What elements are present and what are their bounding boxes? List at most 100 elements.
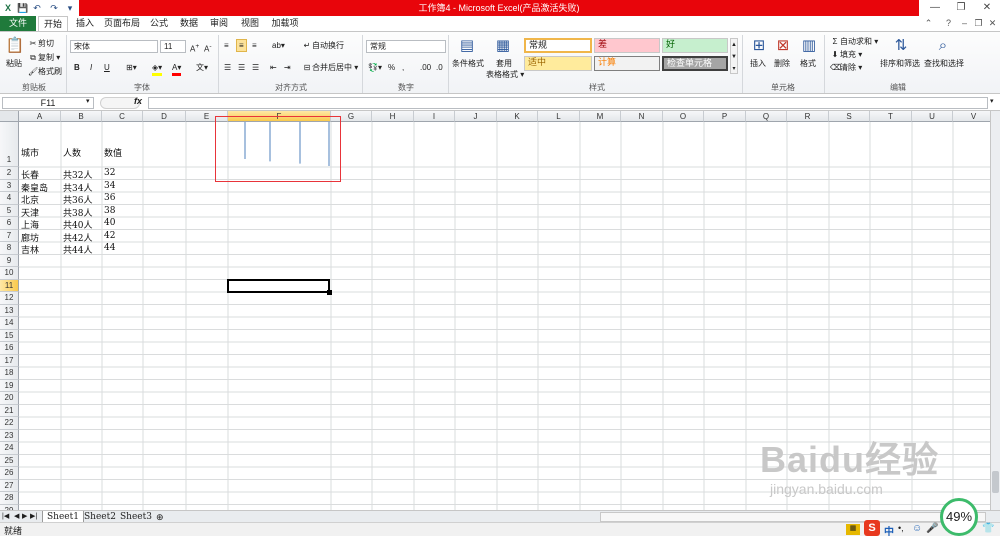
cell-C2[interactable]: 32 [102, 168, 115, 178]
cell-B7[interactable]: 共42人 [61, 231, 92, 244]
cell-B3[interactable]: 共34人 [61, 181, 92, 194]
sort-filter-icon[interactable]: ⇅ [890, 36, 912, 56]
conditional-format-button[interactable]: 条件格式 [452, 58, 484, 69]
tab-data[interactable]: 数据 [176, 16, 202, 31]
cell-B6[interactable]: 共40人 [61, 218, 92, 231]
cell-C7[interactable]: 42 [102, 231, 115, 241]
align-center-icon[interactable]: ☰ [238, 62, 245, 73]
cell-A7[interactable]: 廊坊 [19, 231, 39, 244]
increase-decimal-icon[interactable]: .00 [420, 62, 431, 73]
table-format-button[interactable]: 套用 [496, 58, 512, 69]
font-name-select[interactable]: 宋体 [70, 40, 158, 53]
insert-function-icon[interactable]: fx [134, 96, 142, 106]
cell-header-B[interactable]: 人数 [61, 146, 81, 159]
cell-B8[interactable]: 共44人 [61, 243, 92, 256]
cell-A4[interactable]: 北京 [19, 193, 39, 206]
help-icon[interactable]: ? [942, 17, 955, 30]
expand-formula-icon[interactable]: ▾ [990, 97, 994, 105]
cell-B5[interactable]: 共38人 [61, 206, 92, 219]
style-normal[interactable]: 常规 [524, 38, 592, 53]
paste-icon[interactable]: 📋 [4, 36, 26, 56]
align-middle-icon[interactable]: ≡ [236, 39, 247, 52]
align-right-icon[interactable]: ☰ [252, 62, 259, 73]
tab-review[interactable]: 审阅 [206, 16, 232, 31]
wb-minimize-icon[interactable]: – [958, 17, 971, 30]
style-good[interactable]: 好 [662, 38, 728, 53]
comma-icon[interactable]: , [402, 62, 404, 73]
qat-more-icon[interactable]: ▾ [64, 2, 76, 14]
clear-button[interactable]: ⌫清除 ▾ [830, 62, 862, 73]
fill-color-icon[interactable]: ◈▾ [152, 62, 163, 76]
cell-A8[interactable]: 吉林 [19, 243, 39, 256]
copy-button[interactable]: ⧉ 复制 ▾ [28, 52, 60, 63]
restore-icon[interactable]: ❐ [948, 0, 974, 16]
style-neutral[interactable]: 适中 [524, 56, 592, 71]
sort-filter-button[interactable]: 排序和筛选 [880, 58, 920, 69]
tab-page-layout[interactable]: 页面布局 [102, 16, 142, 31]
cell-C8[interactable]: 44 [102, 243, 115, 253]
format-cells-icon[interactable]: ▥ [798, 36, 820, 56]
wrap-text-button[interactable]: ↵ 自动换行 [302, 40, 344, 51]
undo-icon[interactable]: ↶ [31, 2, 43, 14]
font-color-icon[interactable]: A▾ [172, 62, 182, 76]
bold-button[interactable]: B [74, 62, 80, 73]
currency-icon[interactable]: 💱▾ [368, 62, 382, 73]
cell-A2[interactable]: 长春 [19, 168, 39, 181]
tab-home[interactable]: 开始 [38, 16, 68, 31]
normal-view-icon[interactable]: ▦ [846, 524, 860, 535]
cell-C6[interactable]: 40 [102, 218, 115, 228]
insert-cells-button[interactable]: 插入 [750, 58, 766, 69]
cell-A5[interactable]: 天津 [19, 206, 39, 219]
tab-formulas[interactable]: 公式 [146, 16, 172, 31]
style-calculation[interactable]: 计算 [594, 56, 660, 71]
find-select-button[interactable]: 查找和选择 [924, 58, 964, 69]
cell-C4[interactable]: 36 [102, 193, 115, 203]
style-gallery-scroll[interactable]: ▲ ▼ ▾ [730, 38, 738, 74]
fill-button[interactable]: ⬇ 填充 ▾ [830, 49, 863, 60]
binoculars-icon[interactable]: ⌕ [932, 36, 954, 56]
paste-button[interactable]: 粘贴 [6, 58, 22, 69]
cell-A6[interactable]: 上海 [19, 218, 39, 231]
increase-indent-icon[interactable]: ⇥ [284, 62, 291, 73]
autosum-button[interactable]: Σ 自动求和 ▾ [830, 36, 879, 47]
cell-C5[interactable]: 38 [102, 206, 115, 216]
shirt-icon[interactable]: 👕 [982, 523, 994, 534]
tab-insert[interactable]: 插入 [72, 16, 98, 31]
delete-cells-icon[interactable]: ⊠ [772, 36, 794, 56]
italic-button[interactable]: I [90, 62, 92, 73]
cell-B4[interactable]: 共36人 [61, 193, 92, 206]
phonetic-icon[interactable]: 文▾ [196, 62, 208, 73]
insert-cells-icon[interactable]: ⊞ [748, 36, 770, 56]
border-icon[interactable]: ⊞▾ [126, 62, 137, 73]
format-cells-button[interactable]: 格式 [800, 58, 816, 69]
cell-header-A[interactable]: 城市 [19, 146, 39, 159]
tab-view[interactable]: 视图 [236, 16, 264, 31]
wb-restore-icon[interactable]: ❐ [972, 17, 985, 30]
tab-addins[interactable]: 加载项 [268, 16, 302, 31]
grow-font-icon[interactable]: A+ [190, 41, 199, 55]
cut-button[interactable]: ✂ 剪切 [28, 38, 54, 49]
close-icon[interactable]: ✕ [974, 0, 1000, 16]
conditional-format-icon[interactable]: ▤ [456, 36, 478, 56]
style-check-cell[interactable]: 检查单元格 [662, 56, 728, 71]
style-bad[interactable]: 差 [594, 38, 660, 53]
collapse-ribbon-icon[interactable]: ⌃ [922, 17, 935, 30]
redo-icon[interactable]: ↷ [48, 2, 60, 14]
align-left-icon[interactable]: ☰ [224, 62, 231, 73]
name-box-dropdown-icon[interactable]: ▾ [86, 97, 90, 105]
cell-C3[interactable]: 34 [102, 181, 115, 191]
fill-handle[interactable] [327, 290, 332, 295]
decrease-indent-icon[interactable]: ⇤ [270, 62, 277, 73]
format-painter-button[interactable]: 🖌格式刷 [28, 66, 62, 77]
save-icon[interactable]: 💾 [17, 2, 29, 14]
delete-cells-button[interactable]: 删除 [774, 58, 790, 69]
minimize-icon[interactable]: — [922, 0, 948, 16]
table-format-icon[interactable]: ▦ [492, 36, 514, 56]
number-format-select[interactable]: 常规 [366, 40, 446, 53]
formula-input[interactable] [148, 97, 988, 109]
microphone-icon[interactable]: 🎤 [926, 523, 938, 534]
horizontal-scrollbar[interactable] [600, 512, 986, 522]
percent-icon[interactable]: % [388, 62, 395, 73]
sogou-ime-icon[interactable]: S [864, 520, 880, 536]
tab-file[interactable]: 文件 [0, 16, 36, 31]
